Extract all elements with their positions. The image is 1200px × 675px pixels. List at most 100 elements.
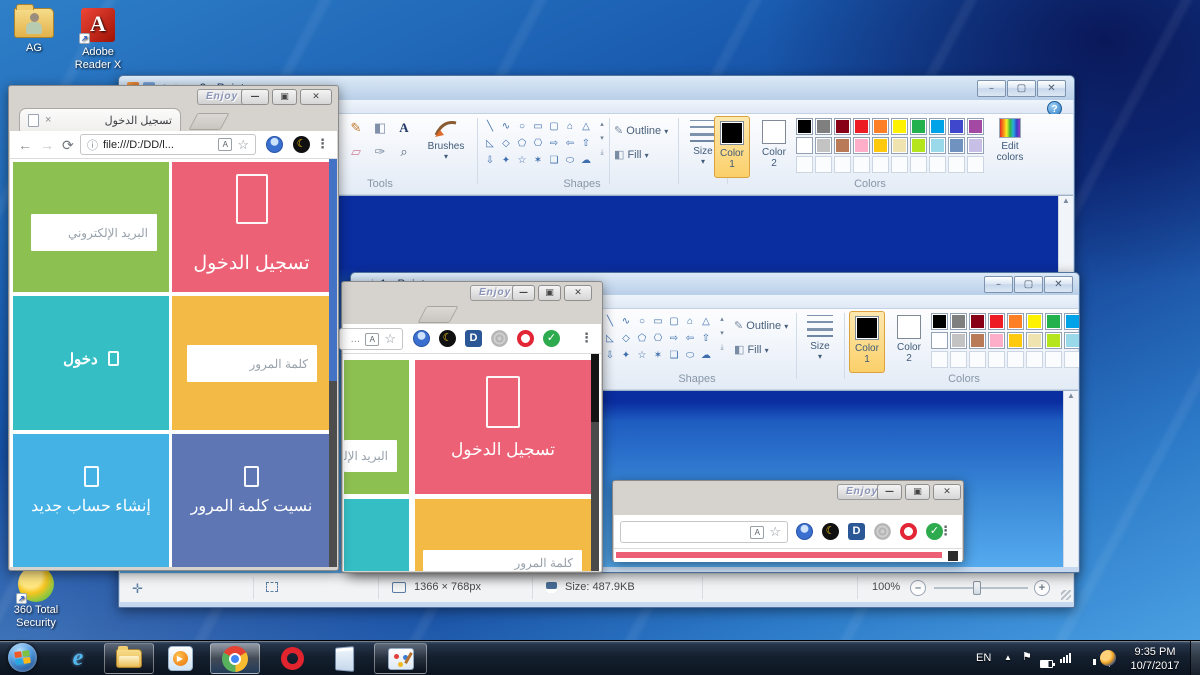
new-tab-button[interactable]	[188, 113, 229, 130]
palette-swatch[interactable]	[815, 118, 832, 135]
palette-empty-slot[interactable]	[950, 351, 967, 368]
minimize-button[interactable]: –	[984, 276, 1013, 293]
outline-dropdown[interactable]: ✎ Outline ▾	[734, 319, 788, 332]
palette-swatch[interactable]	[872, 118, 889, 135]
shape-icon[interactable]: ⇦	[682, 330, 698, 347]
shape-icon[interactable]: ⇧	[578, 135, 594, 152]
dark-moon-extension-icon[interactable]: ☾	[439, 330, 456, 347]
minimize-button[interactable]: —	[241, 89, 269, 105]
page-scrollbar[interactable]	[948, 551, 958, 561]
address-bar[interactable]: ⓘ file:///D:/DD/l... A ☆	[80, 134, 256, 155]
profile-blue-extension-icon[interactable]	[266, 136, 283, 153]
edit-colors-button[interactable]: Editcolors	[992, 118, 1028, 163]
close-button[interactable]: ✕	[1037, 80, 1066, 97]
shapes-scroll-up-icon[interactable]: ▴▾⤓	[716, 313, 728, 355]
outline-dropdown[interactable]: ✎ Outline ▾	[614, 124, 668, 137]
palette-empty-slot[interactable]	[967, 156, 984, 173]
palette-swatch[interactable]	[931, 332, 948, 349]
create-account-tile[interactable]: إنشاء حساب جديد	[13, 434, 169, 567]
shape-icon[interactable]: ⇨	[666, 330, 682, 347]
palette-empty-slot[interactable]	[834, 156, 851, 173]
palette-empty-slot[interactable]	[1045, 351, 1062, 368]
email-input[interactable]: البريد الإلكتروني	[344, 440, 397, 472]
palette-swatch[interactable]	[1064, 332, 1079, 349]
brushes-button[interactable]: Brushes ▾	[420, 118, 472, 161]
palette-swatch[interactable]	[1026, 332, 1043, 349]
shape-icon[interactable]: △	[578, 118, 594, 135]
fill-tool-icon[interactable]: ◧	[370, 118, 390, 138]
palette-empty-slot[interactable]	[1026, 351, 1043, 368]
d-blue-extension-icon[interactable]: D	[465, 330, 482, 347]
zoom-out-button[interactable]: –	[910, 580, 926, 596]
bookmark-star-icon[interactable]: ☆	[769, 524, 781, 540]
taskbar-item-notepad[interactable]	[324, 643, 364, 674]
info-icon[interactable]: ⓘ	[87, 137, 98, 153]
email-input[interactable]: البريد الإلكتروني	[31, 214, 157, 251]
taskbar-item-explorer[interactable]	[104, 643, 154, 674]
shapes-scroll-up-icon[interactable]: ▴▾⤓	[596, 118, 608, 160]
fill-dropdown[interactable]: ◧ Fill ▾	[614, 148, 649, 161]
maximize-button[interactable]: ▣	[538, 285, 561, 301]
maximize-button[interactable]: ▣	[905, 484, 930, 500]
enter-tile[interactable]: دخول	[13, 296, 169, 430]
back-icon[interactable]: ←	[18, 137, 32, 153]
palette-swatch[interactable]	[948, 118, 965, 135]
shape-icon[interactable]: ❑	[546, 152, 562, 169]
bookmark-star-icon[interactable]: ☆	[384, 331, 396, 347]
profile-blue-extension-icon[interactable]	[796, 523, 813, 540]
color2-button[interactable]: Color2	[891, 311, 927, 373]
palette-swatch[interactable]	[969, 332, 986, 349]
taskbar-item-chrome[interactable]	[210, 643, 260, 674]
shape-icon[interactable]: ⌂	[562, 118, 578, 135]
shape-icon[interactable]: ◺	[482, 135, 498, 152]
shape-icon[interactable]: ☆	[514, 152, 530, 169]
globe-gray-extension-icon[interactable]	[491, 330, 508, 347]
palette-swatch[interactable]	[815, 137, 832, 154]
globe-gray-extension-icon[interactable]	[874, 523, 891, 540]
eyedropper-tool-icon[interactable]: ✑	[370, 142, 390, 162]
palette-empty-slot[interactable]	[910, 156, 927, 173]
shape-icon[interactable]: ╲	[602, 313, 618, 330]
palette-swatch[interactable]	[853, 118, 870, 135]
palette-swatch[interactable]	[948, 137, 965, 154]
palette-swatch[interactable]	[1064, 313, 1079, 330]
address-bar[interactable]: A ☆	[620, 521, 788, 543]
shape-icon[interactable]: ⬠	[634, 330, 650, 347]
palette-swatch[interactable]	[929, 118, 946, 135]
palette-swatch[interactable]	[891, 137, 908, 154]
start-button[interactable]	[8, 643, 37, 672]
palette-swatch[interactable]	[910, 118, 927, 135]
password-input[interactable]: كلمة المرور	[187, 345, 317, 382]
translate-icon[interactable]: A	[218, 138, 232, 151]
text-tool-icon[interactable]: A	[394, 118, 414, 138]
enter-tile[interactable]	[344, 499, 409, 571]
shape-icon[interactable]: ⬠	[514, 135, 530, 152]
forgot-password-tile[interactable]: نسيت كلمة المرور	[172, 434, 331, 567]
palette-swatch[interactable]	[969, 313, 986, 330]
shape-icon[interactable]: ❑	[666, 347, 682, 364]
shape-icon[interactable]: ○	[634, 313, 650, 330]
palette-empty-slot[interactable]	[969, 351, 986, 368]
zoom-in-button[interactable]: +	[1034, 580, 1050, 596]
tray-expand-icon[interactable]: ▲	[1004, 653, 1012, 662]
palette-swatch[interactable]	[853, 137, 870, 154]
palette-swatch[interactable]	[834, 137, 851, 154]
minimize-button[interactable]: —	[877, 484, 902, 500]
enter-button[interactable]: دخول	[13, 350, 169, 368]
browser-menu-icon[interactable]: ⋮	[316, 137, 329, 153]
palette-empty-slot[interactable]	[929, 156, 946, 173]
shape-icon[interactable]: ✦	[498, 152, 514, 169]
zoom-slider-thumb[interactable]	[973, 581, 981, 595]
shape-icon[interactable]: ◇	[498, 135, 514, 152]
shapes-gallery[interactable]: ╲∿○▭▢⌂△◺◇⬠⎔⇨⇦⇧⇩✦☆✶❑⬭☁	[602, 313, 714, 364]
palette-empty-slot[interactable]	[853, 156, 870, 173]
action-center-flag-icon[interactable]: ⚑	[1022, 650, 1032, 663]
bookmark-star-icon[interactable]: ☆	[237, 137, 249, 153]
palette-swatch[interactable]	[1007, 332, 1024, 349]
close-button[interactable]: ✕	[564, 285, 592, 301]
clock[interactable]: 9:35 PM 10/7/2017	[1122, 645, 1188, 673]
fill-dropdown[interactable]: ◧ Fill ▾	[734, 343, 769, 356]
shape-icon[interactable]: ⇦	[562, 135, 578, 152]
pencil-tool-icon[interactable]: ✎	[346, 118, 366, 138]
shape-icon[interactable]: ⇩	[482, 152, 498, 169]
